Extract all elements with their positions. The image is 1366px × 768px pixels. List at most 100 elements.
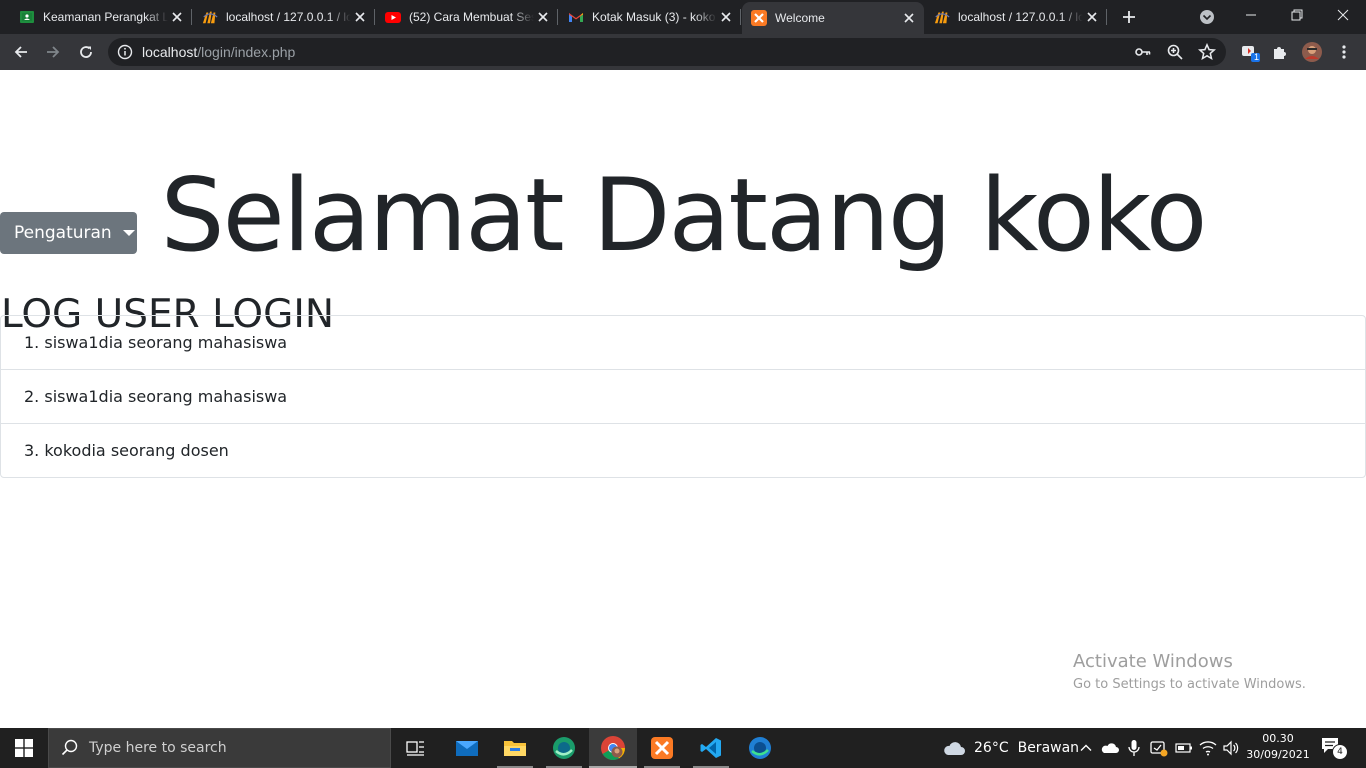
windows-logo-icon xyxy=(15,739,33,757)
url-host: localhost xyxy=(142,44,198,60)
xampp-control-button[interactable] xyxy=(638,728,686,768)
extension-button[interactable]: 1 xyxy=(1236,38,1264,66)
back-button[interactable] xyxy=(7,38,35,66)
arrow-right-icon xyxy=(47,46,60,58)
bookmark-star-icon[interactable] xyxy=(1198,43,1216,61)
zoom-icon[interactable] xyxy=(1166,43,1184,61)
minimize-button[interactable] xyxy=(1228,0,1274,30)
action-center-button[interactable]: 4 xyxy=(1320,736,1348,760)
folder-icon xyxy=(504,741,526,756)
page-content: Selamat Datang koko Pengaturan LOG USER … xyxy=(0,70,1366,728)
search-placeholder: Type here to search xyxy=(89,740,227,756)
tab-youtube[interactable]: (52) Cara Membuat Session xyxy=(376,0,558,34)
weather-widget[interactable]: 26°C Berawan xyxy=(942,728,1079,768)
extension-badge: 1 xyxy=(1254,52,1260,62)
taskbar: Type here to search 26°C Berawan 00.30 3… xyxy=(0,728,1366,768)
chrome-taskbar-button[interactable] xyxy=(589,728,637,768)
more-vert-icon xyxy=(1342,45,1346,59)
tab-separator xyxy=(1106,9,1107,25)
tab-title: (52) Cara Membuat Session xyxy=(409,10,534,24)
plus-icon xyxy=(1123,11,1135,23)
task-view-button[interactable] xyxy=(392,728,440,768)
taskbar-search-box[interactable]: Type here to search xyxy=(48,728,391,768)
cloud-icon xyxy=(944,742,965,755)
tab-separator xyxy=(740,9,741,25)
show-hidden-icons-button[interactable] xyxy=(1079,728,1093,768)
edge-button[interactable] xyxy=(736,728,784,768)
microphone-icon[interactable] xyxy=(1128,728,1140,768)
forward-button[interactable] xyxy=(39,38,67,66)
list-item: 3. kokodia seorang dosen xyxy=(24,441,229,460)
clock[interactable]: 00.30 30/09/2021 xyxy=(1244,731,1312,763)
page-title: Selamat Datang koko xyxy=(160,155,1208,274)
wifi-icon[interactable] xyxy=(1199,728,1217,768)
google-classroom-icon xyxy=(19,9,35,25)
list-item: 2. siswa1dia seorang mahasiswa xyxy=(1,370,1365,424)
close-tab-icon[interactable] xyxy=(168,8,186,26)
address-bar[interactable]: localhost/login/index.php xyxy=(108,38,1226,66)
gmail-icon xyxy=(568,9,584,25)
url-path: /login/index.php xyxy=(197,44,296,60)
restore-button[interactable] xyxy=(1274,0,1320,30)
caret-down-icon xyxy=(122,230,135,236)
xampp-icon xyxy=(751,10,767,26)
tab-title: localhost / 127.0.0.1 / login xyxy=(958,10,1083,24)
youtube-icon xyxy=(385,9,401,25)
mail-app-button[interactable] xyxy=(443,728,491,768)
close-tab-icon[interactable] xyxy=(900,9,918,27)
battery-icon[interactable] xyxy=(1175,728,1193,768)
chrome-icon xyxy=(601,736,625,761)
close-tab-icon[interactable] xyxy=(1083,8,1101,26)
file-explorer-button[interactable] xyxy=(491,728,539,768)
dropdown-label: Pengaturan xyxy=(14,223,112,243)
edge-dev-button[interactable] xyxy=(540,728,588,768)
avatar xyxy=(1302,42,1322,62)
close-tab-icon[interactable] xyxy=(351,8,369,26)
chrome-menu-button[interactable] xyxy=(1330,38,1358,66)
volume-icon[interactable] xyxy=(1222,728,1240,768)
phpmyadmin-icon xyxy=(202,9,218,25)
new-tab-button[interactable] xyxy=(1117,5,1141,29)
vscode-button[interactable] xyxy=(687,728,735,768)
clock-date: 30/09/2021 xyxy=(1246,748,1310,761)
task-view-icon xyxy=(406,741,424,756)
minimize-icon xyxy=(1246,14,1256,16)
start-button[interactable] xyxy=(0,728,48,768)
arrow-left-icon xyxy=(14,46,27,58)
tab-phpmyadmin-2[interactable]: localhost / 127.0.0.1 / login xyxy=(925,0,1107,34)
restore-icon xyxy=(1291,9,1303,21)
browser-toolbar: localhost/login/index.php 1 xyxy=(0,34,1366,70)
reload-button[interactable] xyxy=(72,38,100,66)
tab-phpmyadmin-1[interactable]: localhost / 127.0.0.1 / login xyxy=(193,0,375,34)
search-icon xyxy=(61,739,78,756)
tab-title: Welcome xyxy=(775,11,825,25)
extensions-menu-button[interactable] xyxy=(1266,38,1294,66)
url-text[interactable]: localhost/login/index.php xyxy=(142,44,295,60)
tab-gmail[interactable]: Kotak Masuk (3) - koko xyxy=(559,0,741,34)
settings-dropdown-button[interactable]: Pengaturan xyxy=(0,212,137,254)
tab-separator xyxy=(191,9,192,25)
chevron-up-icon xyxy=(1080,744,1092,751)
close-tab-icon[interactable] xyxy=(717,8,735,26)
onedrive-icon[interactable] xyxy=(1101,728,1119,768)
tab-separator xyxy=(557,9,558,25)
tab-title: Keamanan Perangkat Lunak xyxy=(43,10,168,24)
notification-count: 4 xyxy=(1332,744,1348,760)
tab-separator xyxy=(374,9,375,25)
weather-description: Berawan xyxy=(1017,740,1080,756)
tab-welcome[interactable]: Welcome xyxy=(742,2,924,34)
watermark-title: Activate Windows xyxy=(1073,651,1233,672)
weather-temperature: 26°C xyxy=(974,740,1009,756)
security-alert-icon[interactable] xyxy=(1150,728,1168,768)
tab-keamanan[interactable]: Keamanan Perangkat Lunak xyxy=(10,0,192,34)
close-window-button[interactable] xyxy=(1320,0,1366,30)
close-tab-icon[interactable] xyxy=(534,8,552,26)
login-log-list: 1. siswa1dia seorang mahasiswa 2. siswa1… xyxy=(0,315,1366,478)
profile-button[interactable] xyxy=(1298,38,1326,66)
tab-search-button[interactable] xyxy=(1197,7,1217,27)
key-icon[interactable] xyxy=(1134,43,1152,61)
phpmyadmin-icon xyxy=(934,9,950,25)
chevron-down-icon xyxy=(1200,10,1214,24)
puzzle-icon xyxy=(1274,47,1286,59)
info-icon[interactable] xyxy=(117,44,133,60)
